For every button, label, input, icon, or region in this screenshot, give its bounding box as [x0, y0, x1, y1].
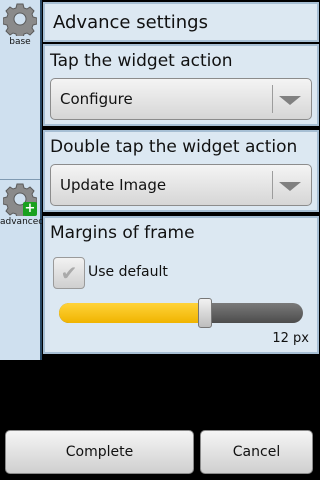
- plus-icon: +: [23, 201, 37, 216]
- sidebar-tab-base-label: base: [9, 37, 31, 47]
- bottom-bar: Complete Cancel: [0, 425, 320, 480]
- header-panel: Advance settings: [43, 2, 319, 42]
- settings-main: Advance settings Tap the widget action C…: [42, 0, 320, 360]
- tap-action-title: Tap the widget action: [50, 51, 233, 71]
- margin-slider[interactable]: [59, 298, 303, 328]
- gear-icon: [2, 2, 38, 39]
- sidebar-tab-base[interactable]: base: [0, 0, 40, 180]
- complete-button[interactable]: Complete: [5, 430, 194, 474]
- page-title: Advance settings: [53, 12, 208, 33]
- sidebar: base + advanced: [0, 0, 44, 360]
- chevron-down-icon: [279, 182, 301, 191]
- use-default-checkbox[interactable]: ✔: [53, 257, 85, 289]
- checkmark-icon: ✔: [60, 261, 78, 285]
- sidebar-tab-advanced[interactable]: + advanced: [0, 180, 44, 360]
- double-tap-action-panel: Double tap the widget action Update Imag…: [43, 130, 319, 212]
- cancel-button[interactable]: Cancel: [200, 430, 313, 474]
- dropdown-divider: [272, 85, 273, 113]
- sidebar-tab-advanced-label: advanced: [0, 217, 44, 227]
- chevron-down-icon: [279, 96, 301, 105]
- double-tap-action-title: Double tap the widget action: [50, 137, 298, 157]
- margins-title: Margins of frame: [50, 223, 195, 243]
- double-tap-action-value: Update Image: [60, 176, 167, 194]
- use-default-label: Use default: [88, 264, 168, 280]
- margins-panel: Margins of frame ✔ Use default 12 px: [43, 216, 319, 354]
- dropdown-divider: [272, 171, 273, 199]
- tap-action-panel: Tap the widget action Configure: [43, 44, 319, 126]
- slider-fill: [59, 303, 205, 323]
- slider-thumb[interactable]: [198, 298, 212, 328]
- double-tap-action-dropdown[interactable]: Update Image: [50, 164, 312, 206]
- tap-action-dropdown[interactable]: Configure: [50, 78, 312, 120]
- margin-value: 12 px: [272, 331, 309, 346]
- gear-add-icon: +: [2, 182, 38, 219]
- tap-action-value: Configure: [60, 90, 133, 108]
